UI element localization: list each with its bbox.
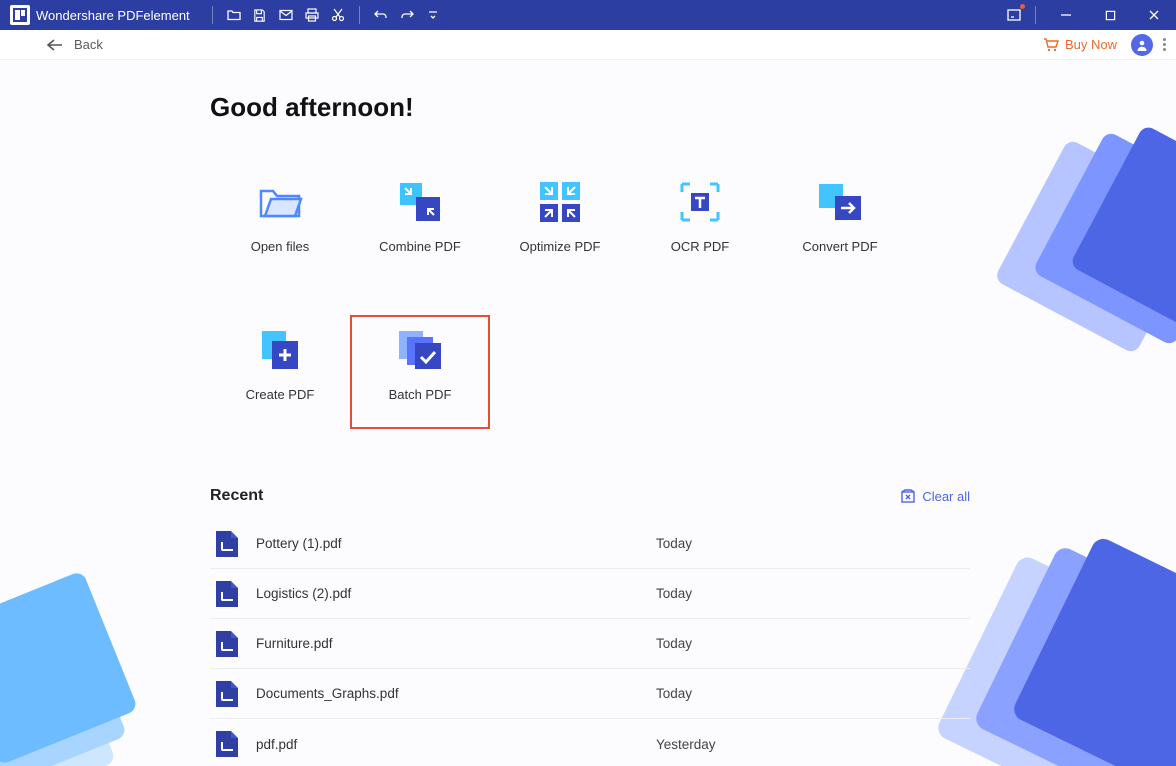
dropdown-icon[interactable]	[420, 0, 446, 30]
minimize-button[interactable]	[1044, 0, 1088, 30]
combine-pdf-icon	[397, 181, 443, 223]
cut-icon[interactable]	[325, 0, 351, 30]
tile-label: Create PDF	[246, 387, 315, 402]
separator	[1035, 6, 1036, 24]
file-name: Documents_Graphs.pdf	[256, 686, 656, 701]
user-avatar-icon[interactable]	[1131, 34, 1153, 56]
notification-icon[interactable]	[1001, 0, 1027, 30]
print-icon[interactable]	[299, 0, 325, 30]
tile-ocr-pdf[interactable]: OCR PDF	[630, 171, 770, 291]
open-folder-icon[interactable]	[221, 0, 247, 30]
recent-header: Recent Clear all	[210, 487, 970, 505]
recent-item[interactable]: Pottery (1).pdf Today	[210, 519, 970, 569]
file-date: Today	[656, 586, 692, 601]
pdf-file-icon	[216, 731, 238, 757]
buy-now-label: Buy Now	[1065, 37, 1117, 52]
app-title: Wondershare PDFelement	[36, 8, 190, 23]
tile-label: OCR PDF	[671, 239, 730, 254]
file-date: Today	[656, 636, 692, 651]
tile-optimize-pdf[interactable]: Optimize PDF	[490, 171, 630, 291]
convert-pdf-icon	[817, 181, 863, 223]
tile-label: Combine PDF	[379, 239, 461, 254]
recent-item[interactable]: Logistics (2).pdf Today	[210, 569, 970, 619]
separator	[359, 6, 360, 24]
clear-icon	[900, 488, 916, 504]
tile-combine-pdf[interactable]: Combine PDF	[350, 171, 490, 291]
tile-open-files[interactable]: Open files	[210, 171, 350, 291]
clear-all-button[interactable]: Clear all	[900, 488, 970, 504]
tile-create-pdf[interactable]: Create PDF	[210, 319, 350, 439]
app-logo-icon	[10, 5, 30, 25]
tile-label: Batch PDF	[389, 387, 452, 402]
main-content: Good afternoon! Open files Combine PDF	[0, 60, 980, 766]
maximize-button[interactable]	[1088, 0, 1132, 30]
pdf-file-icon	[216, 531, 238, 557]
file-name: Logistics (2).pdf	[256, 586, 656, 601]
redo-icon[interactable]	[394, 0, 420, 30]
file-date: Yesterday	[656, 737, 716, 752]
pdf-file-icon	[216, 581, 238, 607]
file-name: Furniture.pdf	[256, 636, 656, 651]
file-name: pdf.pdf	[256, 737, 656, 752]
more-menu-icon[interactable]	[1163, 38, 1166, 51]
ocr-pdf-icon	[677, 181, 723, 223]
back-label[interactable]: Back	[74, 37, 103, 52]
undo-icon[interactable]	[368, 0, 394, 30]
action-tiles-row2: Create PDF Batch PDF	[210, 319, 980, 457]
back-arrow-icon[interactable]	[44, 34, 66, 56]
create-pdf-icon	[257, 329, 303, 371]
file-date: Today	[656, 686, 692, 701]
file-name: Pottery (1).pdf	[256, 536, 656, 551]
cart-icon	[1043, 37, 1059, 53]
greeting-heading: Good afternoon!	[210, 92, 980, 123]
separator	[212, 6, 213, 24]
tile-convert-pdf[interactable]: Convert PDF	[770, 171, 910, 291]
tile-label: Open files	[251, 239, 310, 254]
tile-batch-pdf[interactable]: Batch PDF	[350, 315, 490, 429]
recent-title: Recent	[210, 487, 263, 505]
mail-icon[interactable]	[273, 0, 299, 30]
pdf-file-icon	[216, 681, 238, 707]
save-icon[interactable]	[247, 0, 273, 30]
recent-item[interactable]: pdf.pdf Yesterday	[210, 719, 970, 766]
recent-item[interactable]: Documents_Graphs.pdf Today	[210, 669, 970, 719]
open-files-icon	[257, 181, 303, 223]
batch-pdf-icon	[397, 329, 443, 371]
title-bar: Wondershare PDFelement	[0, 0, 1176, 30]
pdf-file-icon	[216, 631, 238, 657]
optimize-pdf-icon	[537, 181, 583, 223]
clear-all-label: Clear all	[922, 489, 970, 504]
sub-bar: Back Buy Now	[0, 30, 1176, 60]
tile-label: Convert PDF	[802, 239, 877, 254]
tile-label: Optimize PDF	[520, 239, 601, 254]
action-tiles-row1: Open files Combine PDF Optimize PDF	[210, 171, 980, 309]
recent-item[interactable]: Furniture.pdf Today	[210, 619, 970, 669]
file-date: Today	[656, 536, 692, 551]
close-button[interactable]	[1132, 0, 1176, 30]
buy-now-button[interactable]: Buy Now	[1043, 37, 1117, 53]
recent-list: Pottery (1).pdf Today Logistics (2).pdf …	[210, 519, 970, 766]
